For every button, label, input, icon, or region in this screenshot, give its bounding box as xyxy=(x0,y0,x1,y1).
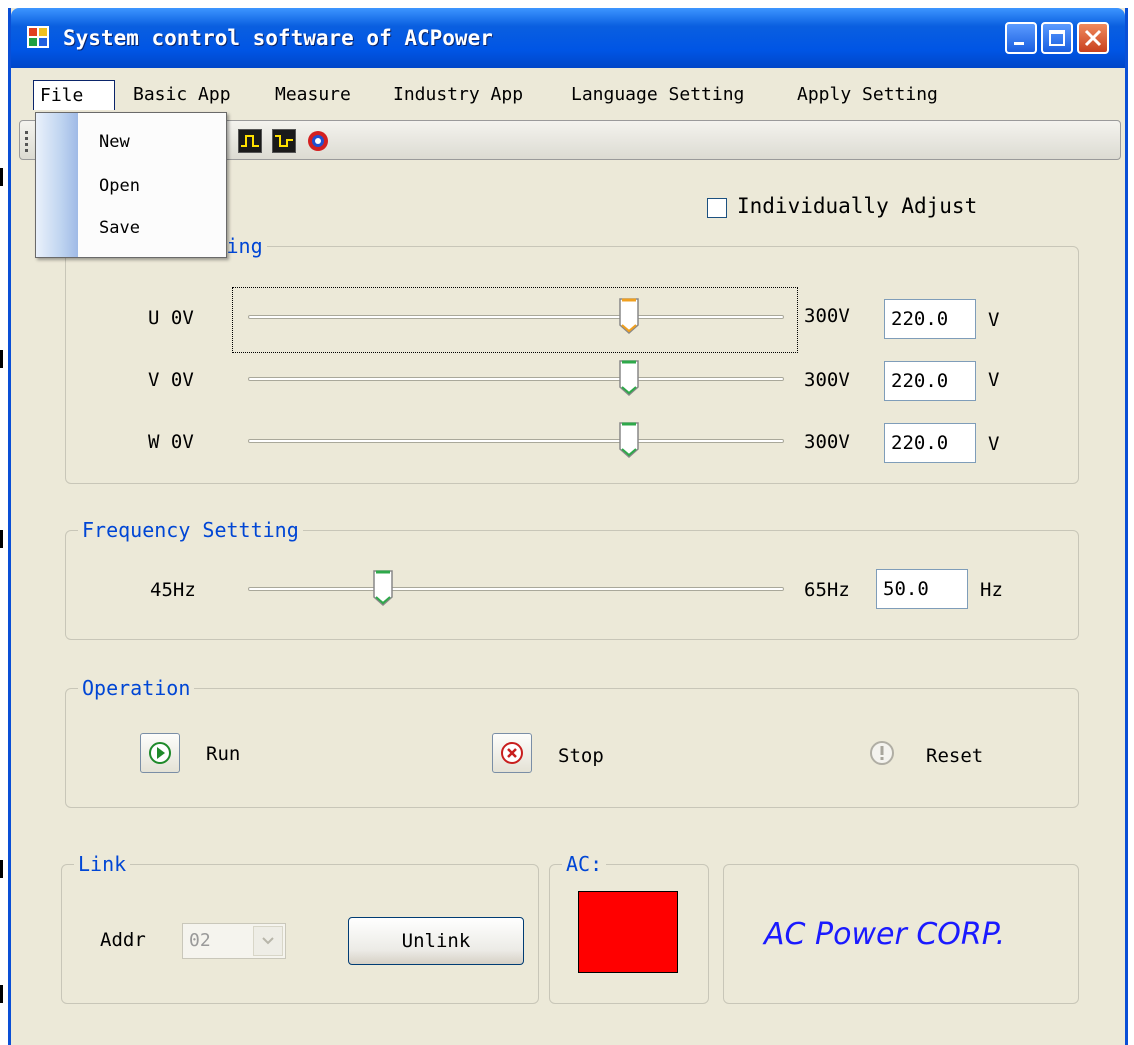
menu-icon-strip xyxy=(36,113,78,257)
pulse-fall-icon[interactable] xyxy=(272,129,296,153)
menu-basic-app[interactable]: Basic App xyxy=(127,80,237,110)
edge-mark xyxy=(0,530,3,548)
chevron-down-icon xyxy=(262,937,274,945)
voltage-u-unit: V xyxy=(988,309,1000,331)
ac-status-indicator xyxy=(578,891,678,973)
power-cycle-icon[interactable] xyxy=(306,129,330,153)
link-group: Link Addr 02 Unlink xyxy=(61,852,539,1004)
edge-mark xyxy=(0,985,3,1003)
edge-mark xyxy=(0,350,3,368)
operation-group: Operation Run Stop Reset xyxy=(65,676,1079,808)
close-icon xyxy=(1084,29,1102,47)
menu-item-new[interactable]: New xyxy=(99,127,130,157)
reset-icon[interactable] xyxy=(862,733,902,773)
voltage-v-max-label: 300V xyxy=(804,369,850,391)
menu-bar: File Basic App Measure Industry App Lang… xyxy=(11,74,1125,112)
menu-file[interactable]: File xyxy=(33,80,115,110)
voltage-w-track[interactable] xyxy=(248,439,784,443)
voltage-u-max-label: 300V xyxy=(804,305,850,327)
window-title: System control software of ACPower xyxy=(63,26,493,50)
voltage-u-label: U 0V xyxy=(148,307,194,329)
voltage-v-slider-thumb[interactable] xyxy=(618,359,640,397)
voltage-w-max-label: 300V xyxy=(804,431,850,453)
voltage-setting-group: Voltage Setting U 0V 300V 220.0 V V 0V 3… xyxy=(65,234,1079,484)
brand-panel: AC Power CORP. xyxy=(723,864,1079,1004)
addr-label: Addr xyxy=(100,929,146,951)
voltage-v-input[interactable]: 220.0 xyxy=(884,361,976,401)
frequency-slider-thumb[interactable] xyxy=(372,569,394,607)
company-name: AC Power CORP. xyxy=(764,917,1006,952)
app-icon xyxy=(27,26,49,48)
voltage-u-slider-thumb[interactable] xyxy=(618,297,640,335)
minimize-button[interactable] xyxy=(1005,22,1037,54)
voltage-w-unit: V xyxy=(988,433,1000,455)
voltage-v-label: V 0V xyxy=(148,369,194,391)
frequency-track[interactable] xyxy=(248,587,784,591)
stop-icon xyxy=(501,742,523,764)
run-button[interactable] xyxy=(140,733,180,773)
file-menu-dropdown: New Open Save xyxy=(35,112,227,258)
frequency-input[interactable]: 50.0 xyxy=(876,569,968,609)
menu-item-open[interactable]: Open xyxy=(99,171,140,201)
edge-mark xyxy=(0,860,3,878)
title-bar[interactable]: System control software of ACPower xyxy=(11,8,1125,68)
maximize-icon xyxy=(1049,30,1065,46)
menu-industry-app[interactable]: Industry App xyxy=(387,80,529,110)
edge-mark xyxy=(0,168,3,186)
menu-measure[interactable]: Measure xyxy=(269,80,357,110)
voltage-w-input[interactable]: 220.0 xyxy=(884,423,976,463)
ac-group: AC: xyxy=(549,852,709,1004)
stop-button[interactable] xyxy=(492,733,532,773)
voltage-v-unit: V xyxy=(988,369,1000,391)
addr-value: 02 xyxy=(189,930,211,951)
menu-language-setting[interactable]: Language Setting xyxy=(565,80,750,110)
unlink-button[interactable]: Unlink xyxy=(348,917,524,965)
ac-title: AC: xyxy=(562,852,607,876)
menu-apply-setting[interactable]: Apply Setting xyxy=(791,80,944,110)
frequency-setting-group: Frequency Settting 45Hz 65Hz 50.0 Hz xyxy=(65,518,1079,640)
voltage-w-label: W 0V xyxy=(148,431,194,453)
individually-adjust-label: Individually Adjust xyxy=(737,194,978,218)
close-button[interactable] xyxy=(1077,22,1109,54)
voltage-u-input[interactable]: 220.0 xyxy=(884,299,976,339)
frequency-max-label: 65Hz xyxy=(804,579,850,601)
pulse-rise-icon[interactable] xyxy=(238,129,262,153)
toolbar-grip-icon xyxy=(25,131,28,152)
main-window: System control software of ACPower File … xyxy=(8,8,1128,1045)
reset-label: Reset xyxy=(926,745,984,767)
operation-title: Operation xyxy=(78,676,195,700)
addr-dropdown-button[interactable] xyxy=(253,926,283,956)
maximize-button[interactable] xyxy=(1041,22,1073,54)
stop-label: Stop xyxy=(558,745,604,767)
voltage-u-track[interactable] xyxy=(248,315,784,319)
run-label: Run xyxy=(206,743,241,765)
minimize-icon xyxy=(1014,42,1024,45)
addr-select[interactable]: 02 xyxy=(182,923,286,959)
frequency-setting-title: Frequency Settting xyxy=(78,518,303,542)
link-title: Link xyxy=(74,852,131,876)
voltage-w-slider-thumb[interactable] xyxy=(618,421,640,459)
voltage-v-track[interactable] xyxy=(248,377,784,381)
menu-item-save[interactable]: Save xyxy=(99,213,140,243)
frequency-unit: Hz xyxy=(980,579,1003,601)
play-icon xyxy=(149,742,171,764)
focus-rect xyxy=(232,287,798,353)
individually-adjust-checkbox[interactable] xyxy=(707,198,727,218)
frequency-min-label: 45Hz xyxy=(150,579,196,601)
